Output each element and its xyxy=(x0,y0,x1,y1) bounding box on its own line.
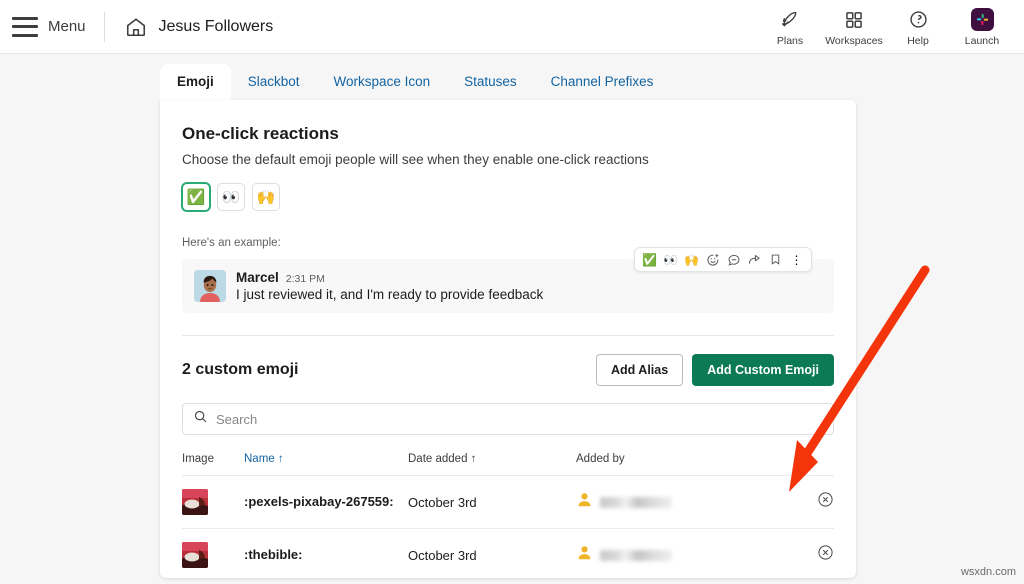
column-delete xyxy=(784,453,834,476)
row-name-cell: :pexels-pixabay-267559: xyxy=(244,476,408,529)
remove-circle-icon[interactable] xyxy=(817,491,834,508)
added-by-user xyxy=(576,544,784,566)
top-bar: Menu Jesus Followers Plans xyxy=(0,0,1024,54)
grid-icon xyxy=(844,8,864,32)
workspaces-button[interactable]: Workspaces xyxy=(822,8,886,47)
share-message-icon[interactable] xyxy=(746,250,763,269)
table-body: :pexels-pixabay-267559: October 3rd xyxy=(182,476,834,579)
tab-channel-prefixes[interactable]: Channel Prefixes xyxy=(534,64,671,100)
row-image-cell xyxy=(182,529,244,579)
added-by-user xyxy=(576,491,784,513)
row-delete-cell xyxy=(784,529,834,579)
column-date-added[interactable]: Date added ↑ xyxy=(408,453,576,476)
added-by-name xyxy=(600,497,672,508)
emoji-thumbnail xyxy=(182,542,208,568)
search-box[interactable] xyxy=(182,403,834,435)
tab-bar: Emoji Slackbot Workspace Icon Statuses C… xyxy=(0,54,1024,100)
card-body: One-click reactions Choose the default e… xyxy=(160,124,856,313)
section-title: One-click reactions xyxy=(182,124,834,144)
default-emoji-choices: ✅ 👀 🙌 xyxy=(182,183,834,211)
tab-emoji[interactable]: Emoji xyxy=(160,64,231,100)
slack-launch-icon xyxy=(971,8,994,32)
plans-button[interactable]: Plans xyxy=(758,8,822,47)
tab-workspace-icon[interactable]: Workspace Icon xyxy=(317,64,448,100)
custom-emoji-header: 2 custom emoji Add Alias Add Custom Emoj… xyxy=(182,354,834,386)
remove-circle-icon[interactable] xyxy=(817,544,834,561)
message-content: Marcel 2:31 PM I just reviewed it, and I… xyxy=(236,270,543,302)
eyes-emoji-button[interactable]: 👀 xyxy=(217,183,245,211)
user-avatar-icon xyxy=(576,544,593,566)
help-button[interactable]: Help xyxy=(886,8,950,47)
row-name-cell: :thebible: xyxy=(244,529,408,579)
column-added-by: Added by xyxy=(576,453,784,476)
menu-label[interactable]: Menu xyxy=(48,18,86,35)
added-by-name xyxy=(600,550,672,561)
rocket-icon xyxy=(780,8,801,32)
message-text: I just reviewed it, and I'm ready to pro… xyxy=(236,287,543,302)
message-header: Marcel 2:31 PM xyxy=(236,270,543,285)
launch-label: Launch xyxy=(965,35,999,47)
avatar xyxy=(194,270,226,302)
eyes-reaction-button[interactable]: 👀 xyxy=(662,250,679,269)
workspaces-label: Workspaces xyxy=(825,35,883,47)
hamburger-icon[interactable] xyxy=(12,17,38,37)
watermark: wsxdn.com xyxy=(961,566,1016,578)
raising-hands-reaction-button[interactable]: 🙌 xyxy=(683,250,700,269)
add-alias-button[interactable]: Add Alias xyxy=(596,354,683,386)
emoji-name: :thebible: xyxy=(244,547,303,562)
custom-emoji-table: Image Name ↑ Date added ↑ Added by xyxy=(182,453,834,578)
section-subtitle: Choose the default emoji people will see… xyxy=(182,152,834,167)
add-custom-emoji-button[interactable]: Add Custom Emoji xyxy=(692,354,834,386)
row-date-cell: October 3rd xyxy=(408,529,576,579)
toolbar-divider xyxy=(104,12,105,42)
workspace-title: Jesus Followers xyxy=(159,18,274,36)
save-bookmark-icon[interactable] xyxy=(767,250,784,269)
search-icon xyxy=(193,409,208,429)
message-hover-toolbar: ✅ 👀 🙌 xyxy=(634,247,812,272)
white-check-mark-emoji-button[interactable]: ✅ xyxy=(182,183,210,211)
emoji-thumbnail xyxy=(182,489,208,515)
white-check-mark-reaction-button[interactable]: ✅ xyxy=(641,250,658,269)
app-root: Menu Jesus Followers Plans xyxy=(0,0,1024,584)
user-avatar-icon xyxy=(576,491,593,513)
tab-slackbot[interactable]: Slackbot xyxy=(231,64,317,100)
section-divider xyxy=(182,335,834,336)
launch-button[interactable]: Launch xyxy=(950,8,1014,47)
tab-list: Emoji Slackbot Workspace Icon Statuses C… xyxy=(160,64,670,100)
plans-label: Plans xyxy=(777,35,803,47)
emoji-name: :pexels-pixabay-267559: xyxy=(244,494,394,509)
table-row: :thebible: October 3rd xyxy=(182,529,834,579)
more-actions-icon[interactable]: ⋮ xyxy=(788,250,805,269)
table-header-row: Image Name ↑ Date added ↑ Added by xyxy=(182,453,834,476)
row-added-by-cell xyxy=(576,476,784,529)
settings-card: One-click reactions Choose the default e… xyxy=(160,100,856,578)
custom-emoji-section: 2 custom emoji Add Alias Add Custom Emoj… xyxy=(160,354,856,578)
column-name[interactable]: Name ↑ xyxy=(244,453,408,476)
raising-hands-emoji-button[interactable]: 🙌 xyxy=(252,183,280,211)
row-delete-cell xyxy=(784,476,834,529)
custom-emoji-count: 2 custom emoji xyxy=(182,361,298,379)
table-row: :pexels-pixabay-267559: October 3rd xyxy=(182,476,834,529)
reply-in-thread-icon[interactable] xyxy=(725,250,742,269)
help-label: Help xyxy=(907,35,929,47)
help-circle-icon xyxy=(908,8,929,32)
custom-emoji-actions: Add Alias Add Custom Emoji xyxy=(596,354,834,386)
row-date-cell: October 3rd xyxy=(408,476,576,529)
table-head: Image Name ↑ Date added ↑ Added by xyxy=(182,453,834,476)
row-image-cell xyxy=(182,476,244,529)
top-bar-actions: Plans Workspaces xyxy=(758,0,1014,54)
tab-statuses[interactable]: Statuses xyxy=(447,64,534,100)
message-author: Marcel xyxy=(236,270,279,285)
row-added-by-cell xyxy=(576,529,784,579)
home-icon[interactable] xyxy=(125,16,147,38)
add-reaction-icon[interactable] xyxy=(704,250,721,269)
message-time: 2:31 PM xyxy=(286,273,325,285)
search-input[interactable] xyxy=(216,412,823,427)
example-message-wrap: Marcel 2:31 PM I just reviewed it, and I… xyxy=(182,259,834,313)
column-image: Image xyxy=(182,453,244,476)
